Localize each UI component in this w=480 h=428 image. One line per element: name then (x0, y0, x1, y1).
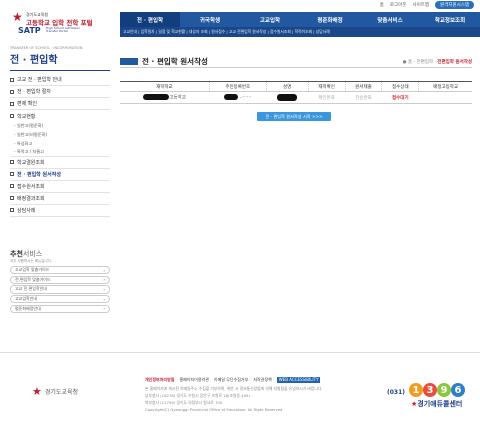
chevron-right-icon: › (103, 296, 105, 302)
col-assigned: 배정고등학교 (418, 81, 472, 92)
sidebar-item-active[interactable]: 전 · 편입학 원서작성 (10, 169, 110, 181)
sidebar-item[interactable]: 접수원서조회 (10, 181, 110, 193)
nav-equalization[interactable]: 평준화배정 (300, 12, 360, 27)
web-accessibility-badge: WEB ACCESSIBILITY (276, 377, 321, 383)
square-icon (10, 114, 14, 118)
sidebar-item[interactable]: 학교결원조회 (10, 157, 110, 169)
breadcrumb: ● 홈 · 전편입학 · 전편입학 원서작성 (402, 59, 472, 65)
digit-6: 6 (451, 383, 465, 397)
redacted-block (224, 94, 239, 101)
square-icon (10, 160, 14, 165)
digit-9: 9 (437, 383, 451, 397)
nav-custom-service[interactable]: 맞춤서비스 (360, 12, 420, 27)
col-rrn: 주민등록번호 (209, 81, 267, 92)
recommend-item[interactable]: 고교 전.편입학안내 › (10, 285, 110, 294)
nav-returnee[interactable]: 귀국학생 (180, 12, 240, 27)
footer: ★ 경기도교육청 개인정보처리방침 홈페이지이용약관 이메일 무단수집거부 저작… (0, 352, 480, 428)
digit-1: 1 (409, 383, 423, 397)
home-link[interactable]: 홈 (380, 2, 384, 8)
sidebar-item[interactable]: 상담사례 (10, 205, 110, 217)
sidebar-subitem[interactable]: - 일반고(평준화) (10, 122, 110, 131)
cell-school: 고등학교 (120, 91, 210, 104)
recommend-title: 추천서비스 (10, 250, 43, 258)
sidebar-item[interactable]: 고교 전 · 편입학 안내 (10, 74, 110, 86)
table-row: 고등학교 -······· 확인완료 전송완료 접수대기 (120, 91, 472, 104)
sitemap-link[interactable]: 사이트맵 (412, 2, 429, 8)
square-icon (10, 89, 14, 94)
call-center-logo: (031) 1 3 9 6 ★경기애듀콜센터 (385, 377, 480, 417)
sidebar: TRANSFER OF SCHOOL · INCORPORATION 전 · 편… (10, 46, 110, 217)
sidebar-menu: 고교 전 · 편입학 안내 전 · 편입학 절차 편제 확인 학교현황 - 일반… (10, 74, 110, 217)
page-title: 전 · 편입학 원서작성 (142, 57, 208, 66)
chevron-right-icon: › (103, 306, 105, 312)
cell-confirm: 확인완료 (308, 91, 346, 104)
star-icon: ★ (12, 10, 23, 24)
cell-assigned (418, 91, 472, 104)
sidebar-item[interactable]: 전 · 편입학 절차 (10, 86, 110, 98)
call-center-name: ★경기애듀콜센터 (411, 400, 463, 408)
sidebar-item[interactable]: 배정결과조회 (10, 193, 110, 205)
footer-links: 개인정보처리방침 홈페이지이용약관 이메일 무단수집거부 저작권정책 WEB A… (145, 377, 321, 383)
nav-transfer[interactable]: 전 · 편입학 (120, 12, 180, 27)
remote-support-button[interactable]: 원격지원시스템 (435, 1, 474, 9)
col-status: 접수상태 (381, 81, 420, 92)
chevron-right-icon: › (103, 286, 105, 292)
sidebar-item[interactable]: 편제 확인 (10, 98, 110, 110)
square-icon (10, 172, 14, 177)
recommend-item[interactable]: 평준화배정안내 › (10, 304, 110, 313)
logout-link[interactable]: 로그아웃 (390, 2, 407, 8)
col-submit: 원서제출 (345, 81, 383, 92)
chevron-right-icon: › (103, 277, 105, 283)
square-icon (10, 196, 14, 201)
cell-name (266, 91, 309, 104)
logo-satp: SATP (18, 26, 41, 35)
nav-school-info[interactable]: 학교정보조회 (420, 12, 480, 27)
title-bar-icon (120, 58, 138, 65)
square-icon (10, 184, 14, 189)
sidebar-subitem[interactable]: - 특목고 / 자율고 (10, 148, 110, 157)
sidebar-subitem[interactable]: - 특성화고 (10, 139, 110, 148)
recommend-box: 추천서비스 자주 사용하시는 메뉴입니다. 고교입학 맞춤가이드 › 전.편입학 … (10, 249, 110, 314)
square-icon (10, 208, 14, 213)
footer-address: 본 홈페이지에 게시된 이메일주소 수집을 거부하며, 위반 시 정보통신망법에… (145, 386, 323, 412)
utility-bar: 홈 로그아웃 사이트맵 원격지원시스템 (380, 0, 480, 10)
chevron-right-icon: › (103, 267, 105, 273)
col-confirm: 재학확인 (308, 81, 346, 92)
square-icon (10, 77, 14, 82)
digit-3: 3 (423, 383, 437, 397)
start-application-button[interactable]: 전 · 편입학 원서작성 시작 >>> (257, 112, 331, 121)
recommend-item[interactable]: 전.편입학 맞춤가이드 › (10, 275, 110, 284)
footer-logo: ★ 경기도교육청 (32, 385, 78, 398)
star-icon: ★ (32, 385, 42, 398)
application-table: 재학학교 주민등록번호 성명 재학확인 원서제출 접수상태 배정고등학교 고등학… (120, 81, 472, 104)
privacy-link[interactable]: 개인정보처리방침 (145, 377, 174, 383)
cell-rrn: -······· (209, 91, 267, 104)
sidebar-subitem[interactable]: - 일반고(비평준화) (10, 131, 110, 140)
sidebar-item[interactable]: 학교현황 (10, 110, 110, 122)
col-school: 재학학교 (120, 81, 210, 92)
recommend-sub: 자주 사용하시는 메뉴입니다. (10, 259, 52, 263)
cell-status: 접수대기 (381, 91, 419, 104)
cell-submit: 전송완료 (345, 91, 382, 104)
table-header: 재학학교 주민등록번호 성명 재학확인 원서제출 접수상태 배정고등학교 (120, 81, 472, 92)
nav-hs-admission[interactable]: 고교입학 (240, 12, 300, 27)
recommend-item[interactable]: 고교입학안내 › (10, 295, 110, 304)
square-icon (10, 101, 14, 106)
copyright-link[interactable]: 저작권정책 (253, 377, 271, 383)
sidebar-title: 전 · 편입학 (10, 51, 110, 71)
site-logo[interactable]: ★ 경기도교육청 고등학교 입학 전학 포털 SATP High School … (12, 10, 108, 36)
email-refusal-link[interactable]: 이메일 무단수집거부 (214, 377, 248, 383)
redacted-block (143, 94, 170, 101)
sidebar-eng-title: TRANSFER OF SCHOOL · INCORPORATION (10, 46, 83, 50)
recommend-item[interactable]: 고교입학 맞춤가이드 › (10, 266, 110, 275)
call-prefix: (031) (387, 389, 406, 396)
logo-sub: High School Admission Transfer Portal (46, 26, 81, 34)
terms-link[interactable]: 홈페이지이용약관 (179, 377, 208, 383)
sub-nav[interactable]: 고교안내 | 입학절차 | 일정 및 학교현황 | 대상자 조회 | 원서접수 … (120, 27, 480, 37)
main-content: 전 · 편입학 원서작성 ● 홈 · 전편입학 · 전편입학 원서작성 재학학교… (120, 56, 472, 121)
col-name: 성명 (266, 81, 309, 92)
main-nav: 전 · 편입학 귀국학생 고교입학 평준화배정 맞춤서비스 학교정보조회 (120, 12, 480, 27)
redacted-block (277, 94, 298, 101)
page-header: 전 · 편입학 원서작성 ● 홈 · 전편입학 · 전편입학 원서작성 (120, 56, 472, 68)
